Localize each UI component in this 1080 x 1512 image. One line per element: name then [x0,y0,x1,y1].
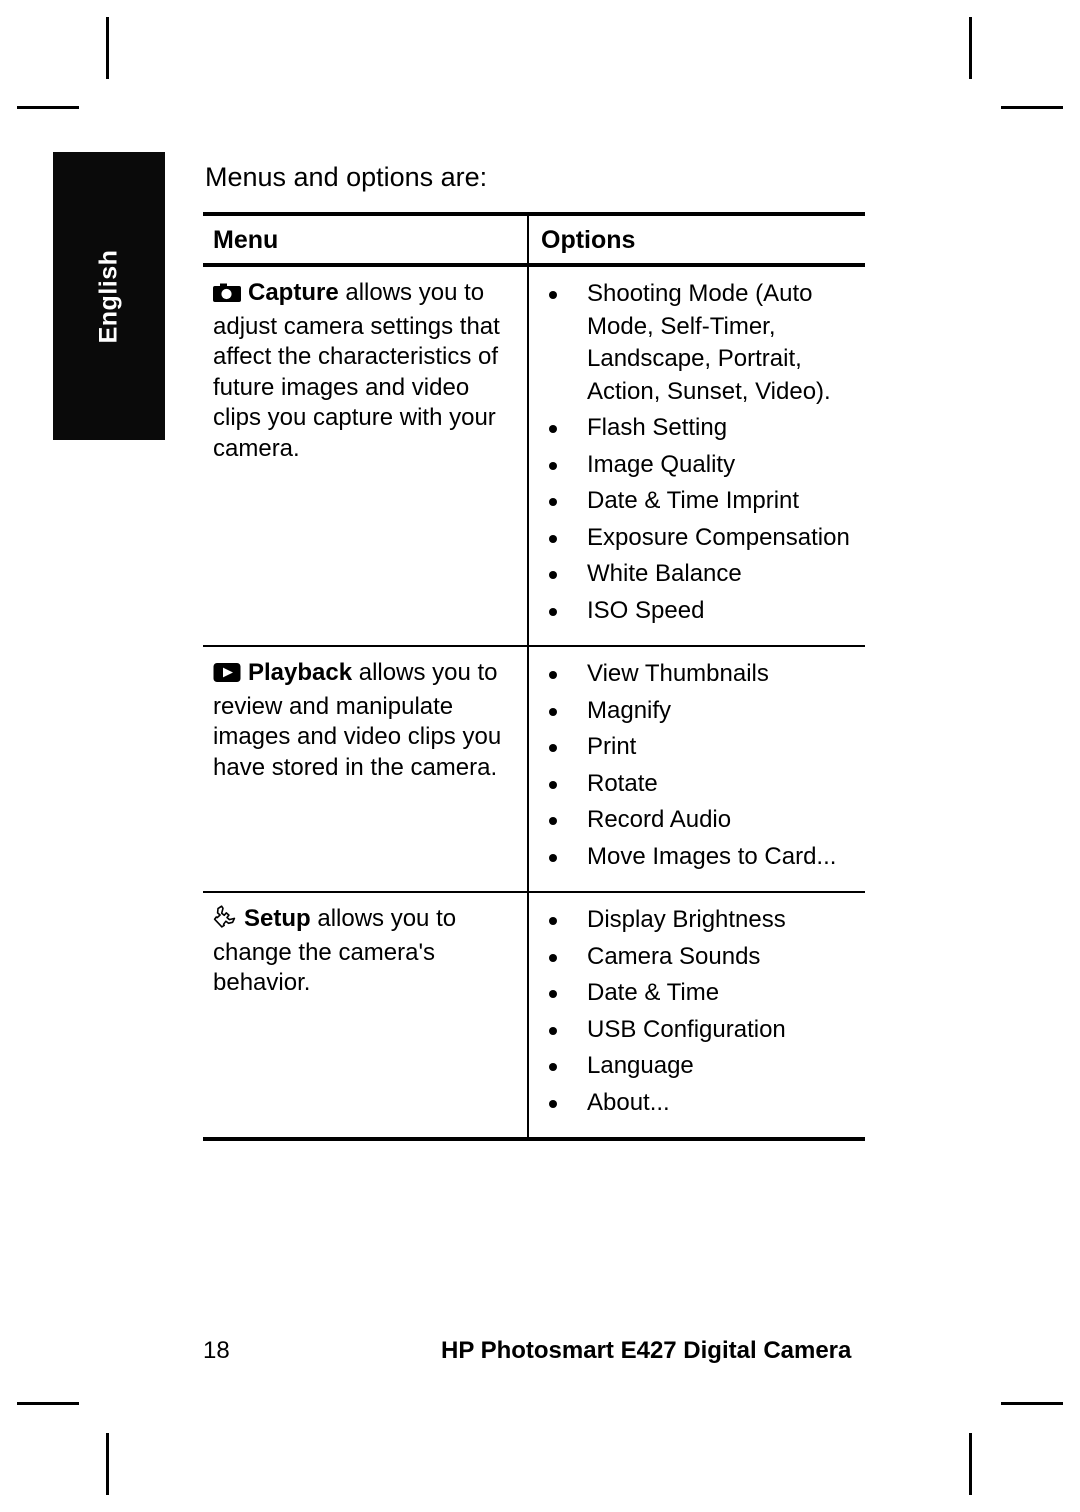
bullet-icon [549,817,557,825]
list-item: About... [541,1087,857,1120]
table-row: Setup allows you to change the camera's … [203,891,865,1141]
bullet-icon [549,990,557,998]
option-label: Magnify [587,696,672,724]
table-row: Capture allows you to adjust camera sett… [203,265,865,646]
list-item: View Thumbnails [541,658,857,691]
language-tab-label: English [94,249,123,343]
table-header: Menu Options [203,212,865,267]
options-list-playback: View Thumbnails Magnify Print Rotate Rec… [541,658,857,873]
crop-mark-top-right-vertical [969,17,972,79]
option-label: USB Configuration [587,1015,786,1043]
option-label: ISO Speed [587,596,705,624]
option-label: Rotate [587,769,658,797]
crop-mark-top-right-horizontal [1001,106,1063,109]
option-label: Record Audio [587,806,732,833]
option-label: Image Quality [587,450,736,478]
crop-mark-top-left-vertical [106,17,109,79]
list-item: Image Quality [541,449,857,482]
menus-and-options-table: Menu Options Capture allows you to adjus… [203,212,865,1141]
bullet-icon [549,571,557,579]
list-item: Flash Setting [541,412,857,445]
menu-cell-playback: Playback allows you to review and manipu… [203,645,528,892]
option-label: Exposure Compensation [587,523,850,551]
document-title: HP Photosmart E427 Digital Camera [441,1337,852,1364]
options-list-capture: Shooting Mode (Auto Mode, Self-Timer, La… [541,278,857,627]
list-item: Magnify [541,695,857,728]
bullet-icon [549,671,557,679]
list-item: USB Configuration [541,1014,857,1047]
menu-cell-capture: Capture allows you to adjust camera sett… [203,265,528,646]
list-item: Exposure Compensation [541,522,857,555]
menu-name-setup: Setup [244,905,311,932]
option-label: Print [587,733,637,760]
camera-icon [213,281,241,312]
menu-name-capture: Capture [248,279,339,306]
option-label: Move Images to Card... [587,842,837,870]
bullet-icon [549,607,557,616]
menu-description-capture: allows you to adjust camera settings tha… [213,279,500,462]
option-label: Date & Time [587,979,720,1006]
option-label: Date & Time Imprint [587,487,800,514]
bullet-icon [549,1063,557,1071]
page-intro-text: Menus and options are: [205,162,488,192]
bullet-icon [549,953,557,962]
list-item: ISO Speed [541,595,857,628]
crop-mark-bottom-left-horizontal [17,1402,79,1405]
crop-mark-bottom-right-vertical [969,1433,972,1495]
bullet-icon [549,291,557,299]
page-number: 18 [203,1337,230,1364]
options-list-setup: Display Brightness Camera Sounds Date & … [541,904,857,1119]
language-tab: English [53,152,165,440]
table-row: Playback allows you to review and manipu… [203,645,865,892]
bullet-icon [549,534,557,543]
bullet-icon [549,744,557,752]
list-item: Record Audio [541,804,857,837]
bullet-icon [549,917,557,925]
menu-cell-setup: Setup allows you to change the camera's … [203,891,528,1141]
list-item: Move Images to Card... [541,841,857,874]
bullet-icon [549,1026,557,1035]
option-label: Display Brightness [587,906,786,933]
list-item: Date & Time Imprint [541,485,857,518]
bullet-icon [549,707,557,716]
table-header-row: Menu Options [203,212,865,267]
options-cell-playback: View Thumbnails Magnify Print Rotate Rec… [527,645,865,892]
list-item: Date & Time [541,977,857,1010]
option-label: View Thumbnails [587,660,769,687]
bullet-icon [549,498,557,506]
bullet-icon [549,780,557,789]
option-label: Flash Setting [587,414,728,441]
options-cell-capture: Shooting Mode (Auto Mode, Self-Timer, La… [527,265,865,646]
column-header-options: Options [527,212,865,267]
table-body: Capture allows you to adjust camera sett… [203,265,865,1141]
list-item: Language [541,1050,857,1083]
option-label: About... [587,1088,670,1116]
crop-mark-bottom-right-horizontal [1001,1402,1063,1405]
bullet-icon [549,853,557,862]
list-item: White Balance [541,558,857,591]
column-header-menu: Menu [203,212,528,267]
play-icon [213,661,241,692]
option-label: Language [587,1052,694,1079]
option-label: Shooting Mode (Auto Mode, Self-Timer, La… [587,280,831,405]
crop-mark-bottom-left-vertical [106,1433,109,1495]
option-label: White Balance [587,560,742,587]
menu-name-playback: Playback [248,659,353,686]
list-item: Shooting Mode (Auto Mode, Self-Timer, La… [541,278,857,408]
bullet-icon [549,461,557,470]
list-item: Print [541,731,857,764]
bullet-icon [549,425,557,433]
list-item: Rotate [541,768,857,801]
list-item: Display Brightness [541,904,857,937]
crop-mark-top-left-horizontal [17,106,79,109]
list-item: Camera Sounds [541,941,857,974]
wrench-icon [213,905,237,938]
options-cell-setup: Display Brightness Camera Sounds Date & … [527,891,865,1141]
bullet-icon [549,1099,557,1108]
option-label: Camera Sounds [587,942,761,970]
